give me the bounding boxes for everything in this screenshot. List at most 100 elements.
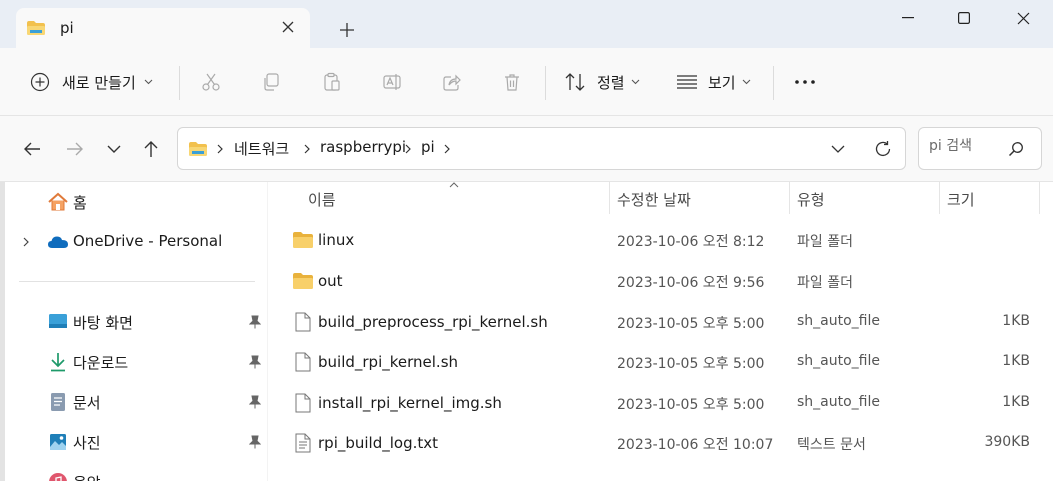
breadcrumb-chevron-icon[interactable]: [214, 140, 226, 158]
column-divider[interactable]: [1039, 182, 1040, 214]
chevron-down-icon: [631, 79, 639, 85]
file-type: 텍스트 문서: [797, 437, 866, 453]
address-bar[interactable]: 네트워크 raspberrypi pi: [177, 127, 906, 170]
file-name: rpi_build_log.txt: [318, 434, 439, 452]
column-divider[interactable]: [939, 182, 940, 214]
table-row[interactable]: build_rpi_kernel.sh 2023-10-05 오후 5:00 s…: [268, 343, 1053, 383]
desktop-icon: [47, 312, 69, 332]
more-options-icon[interactable]: [792, 70, 818, 94]
search-input[interactable]: [929, 138, 1009, 154]
command-bar: 새로 만들기 정렬 보기: [0, 48, 1053, 116]
toolbar-divider: [773, 66, 774, 100]
view-button[interactable]: 보기: [676, 70, 751, 94]
tab-title: pi: [60, 19, 74, 37]
sidebar-item-downloads[interactable]: 다운로드: [5, 347, 267, 377]
share-icon[interactable]: [440, 70, 464, 94]
breadcrumb-raspberrypi[interactable]: raspberrypi: [320, 138, 406, 156]
up-icon[interactable]: [139, 137, 163, 161]
column-divider[interactable]: [609, 182, 610, 214]
pin-icon[interactable]: [247, 434, 263, 450]
table-row[interactable]: install_rpi_kernel_img.sh 2023-10-05 오후 …: [268, 384, 1053, 424]
file-list: 이름 수정한 날짜 유형 크기 linux 2023-10-06 오전 8:12…: [268, 182, 1053, 481]
file-size: 1KB: [1002, 353, 1030, 369]
sidebar-item-onedrive[interactable]: OneDrive - Personal: [5, 227, 267, 257]
file-icon: [293, 312, 313, 332]
column-header-date[interactable]: 수정한 날짜: [617, 189, 691, 210]
sidebar-item-documents[interactable]: 문서: [5, 387, 267, 417]
close-icon[interactable]: [1011, 6, 1035, 30]
sidebar-item-label: 문서: [73, 394, 101, 412]
file-type: 파일 폴더: [797, 275, 853, 291]
navigation-pane: 홈 OneDrive - Personal 바탕 화면 다운로드 문서 사진: [5, 182, 272, 481]
file-type: sh_auto_file: [797, 353, 880, 369]
file-date: 2023-10-05 오후 5:00: [617, 316, 765, 332]
refresh-icon[interactable]: [872, 138, 894, 160]
navigation-row: 네트워크 raspberrypi pi: [0, 116, 1053, 182]
breadcrumb-chevron-icon[interactable]: [402, 140, 414, 158]
file-type: sh_auto_file: [797, 313, 880, 329]
file-name: linux: [318, 231, 355, 249]
rename-icon[interactable]: [380, 70, 404, 94]
sidebar-item-home[interactable]: 홈: [5, 187, 267, 217]
sort-button[interactable]: 정렬: [565, 70, 640, 94]
chevron-right-icon[interactable]: [19, 234, 33, 250]
copy-icon[interactable]: [259, 70, 283, 94]
paste-icon[interactable]: [320, 70, 344, 94]
file-date: 2023-10-06 오전 10:07: [617, 437, 774, 453]
pin-icon[interactable]: [247, 394, 263, 410]
minimize-icon[interactable]: [896, 6, 920, 30]
table-row[interactable]: out 2023-10-06 오전 9:56 파일 폴더: [268, 262, 1053, 302]
cloud-icon: [47, 232, 69, 252]
table-row[interactable]: rpi_build_log.txt 2023-10-06 오전 10:07 텍스…: [268, 424, 1053, 464]
plus-circle-icon: [30, 72, 50, 92]
search-box[interactable]: [918, 127, 1042, 170]
chevron-down-icon: [742, 79, 750, 85]
breadcrumb-pi[interactable]: pi: [421, 138, 435, 156]
sidebar-divider: [19, 281, 255, 282]
folder-icon: [293, 230, 313, 250]
sidebar-item-label: 사진: [73, 434, 101, 452]
column-header-size[interactable]: 크기: [947, 189, 975, 210]
breadcrumb-chevron-icon[interactable]: [441, 140, 453, 158]
new-button[interactable]: 새로 만들기: [30, 70, 153, 94]
search-icon[interactable]: [1007, 140, 1025, 158]
sidebar-item-label: 음악: [73, 472, 101, 481]
file-date: 2023-10-05 오후 5:00: [617, 356, 765, 372]
sidebar-item-desktop[interactable]: 바탕 화면: [5, 307, 267, 337]
download-icon: [47, 352, 69, 372]
pin-icon[interactable]: [247, 314, 263, 330]
file-icon: [293, 393, 313, 413]
column-header-name[interactable]: 이름: [308, 189, 336, 210]
file-icon: [293, 352, 313, 372]
table-row[interactable]: build_preprocess_rpi_kernel.sh 2023-10-0…: [268, 303, 1053, 343]
table-row[interactable]: linux 2023-10-06 오전 8:12 파일 폴더: [268, 221, 1053, 261]
new-button-label: 새로 만들기: [62, 73, 136, 92]
file-date: 2023-10-06 오전 9:56: [617, 275, 765, 291]
home-icon: [47, 192, 69, 212]
file-name: install_rpi_kernel_img.sh: [318, 394, 502, 412]
file-name: build_preprocess_rpi_kernel.sh: [318, 313, 548, 331]
new-tab-icon[interactable]: [336, 19, 358, 41]
back-icon[interactable]: [20, 137, 44, 161]
breadcrumb-chevron-icon[interactable]: [301, 140, 313, 158]
forward-icon[interactable]: [63, 137, 87, 161]
delete-icon[interactable]: [500, 70, 524, 94]
sidebar-item-label: 다운로드: [73, 354, 129, 372]
file-size: 390KB: [984, 434, 1030, 450]
column-header-type[interactable]: 유형: [797, 189, 825, 210]
address-history-icon[interactable]: [828, 139, 848, 159]
view-label: 보기: [708, 73, 736, 92]
sidebar-item-label: 홈: [73, 194, 87, 212]
maximize-icon[interactable]: [952, 6, 976, 30]
recent-locations-icon[interactable]: [102, 137, 126, 161]
tab-close-icon[interactable]: [278, 17, 298, 37]
pin-icon[interactable]: [247, 354, 263, 370]
column-divider[interactable]: [789, 182, 790, 214]
tab-pi[interactable]: pi: [16, 8, 310, 48]
cut-icon[interactable]: [199, 70, 223, 94]
picture-icon: [47, 432, 69, 452]
sidebar-item-pictures[interactable]: 사진: [5, 427, 267, 457]
breadcrumb-network[interactable]: 네트워크: [234, 138, 289, 159]
sidebar-item-music[interactable]: 음악: [5, 467, 267, 481]
file-name: build_rpi_kernel.sh: [318, 353, 459, 371]
